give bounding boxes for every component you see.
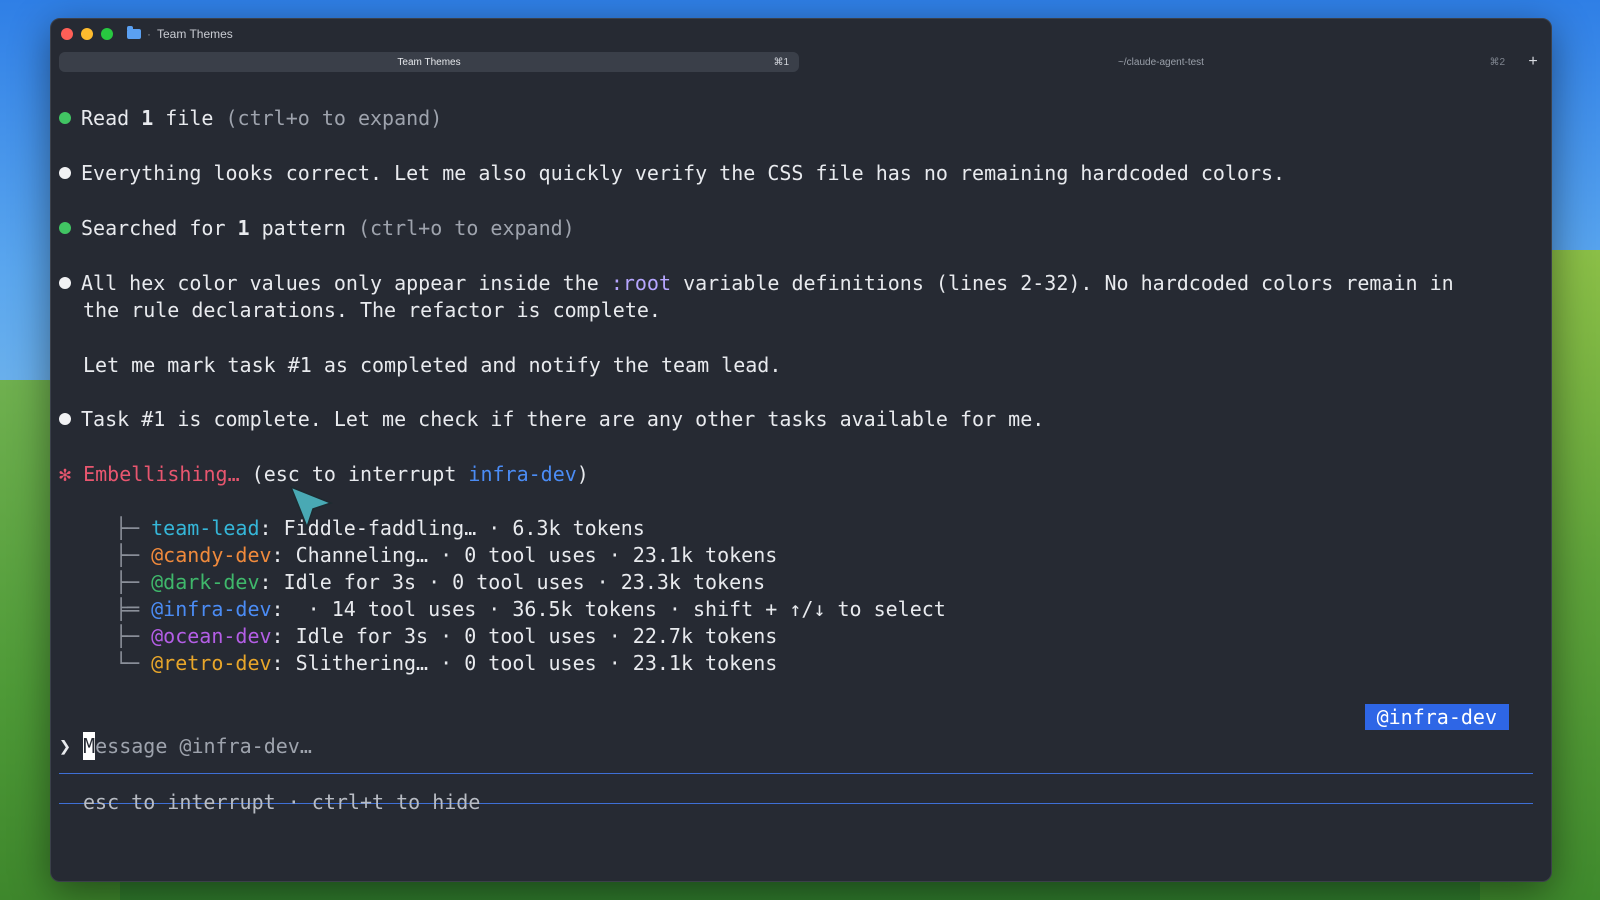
agent-row-retro-dev[interactable]: └─ @retro-dev: Slithering… · 0 tool uses… xyxy=(115,650,777,677)
tab-shortcut: ⌘1 xyxy=(773,56,789,68)
agent-badge: @infra-dev xyxy=(1364,704,1509,730)
log-line-message: All hex color values only appear inside … xyxy=(59,270,1454,297)
close-window-button[interactable] xyxy=(61,28,73,40)
log-line-read-file: Read 1 file (ctrl+o to expand) xyxy=(59,105,442,132)
message-dot-icon xyxy=(59,277,71,289)
new-tab-button[interactable]: + xyxy=(1523,52,1543,72)
agent-row-infra-dev[interactable]: ╞═ @infra-dev: · 14 tool uses · 36.5k to… xyxy=(115,596,946,623)
status-dot-icon xyxy=(59,112,71,124)
agent-row-ocean-dev[interactable]: ├─ @ocean-dev: Idle for 3s · 0 tool uses… xyxy=(115,623,777,650)
title-separator: · xyxy=(147,27,151,41)
agent-row-team-lead[interactable]: ├─ team-lead: Fiddle-faddling… · 6.3k to… xyxy=(115,515,645,542)
minimize-window-button[interactable] xyxy=(81,28,93,40)
window-title: Team Themes xyxy=(157,27,233,41)
status-dot-icon xyxy=(59,222,71,234)
log-line-message: Everything looks correct. Let me also qu… xyxy=(59,160,1285,187)
tab-label: Team Themes xyxy=(397,56,461,68)
tab-shortcut: ⌘2 xyxy=(1489,56,1505,68)
log-line-searched: Searched for 1 pattern (ctrl+o to expand… xyxy=(59,215,575,242)
agent-row-candy-dev[interactable]: ├─ @candy-dev: Channeling… · 0 tool uses… xyxy=(115,542,777,569)
message-dot-icon xyxy=(59,167,71,179)
input-bottom-border xyxy=(59,773,1533,774)
folder-icon xyxy=(127,26,141,39)
tab-claude-agent-test[interactable]: ~/claude-agent-test ⌘2 xyxy=(807,52,1515,72)
log-line-continuation: the rule declarations. The refactor is c… xyxy=(83,298,661,322)
tab-label: ~/claude-agent-test xyxy=(1118,56,1204,68)
agent-row-dark-dev[interactable]: ├─ @dark-dev: Idle for 3s · 0 tool uses … xyxy=(115,569,765,596)
status-line: ✻ Embellishing… (esc to interrupt infra-… xyxy=(59,462,589,486)
footer-hint: esc to interrupt · ctrl+t to hide xyxy=(83,790,481,814)
title-bar: · Team Themes xyxy=(51,19,1551,49)
input-placeholder: essage @infra-dev… xyxy=(95,734,312,758)
tab-team-themes[interactable]: Team Themes ⌘1 xyxy=(59,52,799,72)
log-line-message: Task #1 is complete. Let me check if the… xyxy=(59,406,1044,433)
mouse-pointer-icon xyxy=(289,485,334,530)
log-line-message: Let me mark task #1 as completed and not… xyxy=(83,353,782,377)
message-dot-icon xyxy=(59,413,71,425)
prompt-chevron-icon: ❯ xyxy=(59,734,84,758)
tab-bar: Team Themes ⌘1 ~/claude-agent-test ⌘2 + xyxy=(51,49,1551,75)
terminal-window: · Team Themes Team Themes ⌘1 ~/claude-ag… xyxy=(50,18,1552,882)
text-cursor: M xyxy=(83,732,96,760)
spinner-star-icon: ✻ xyxy=(59,462,72,486)
message-input[interactable]: ❯ Message @infra-dev… xyxy=(59,732,312,760)
zoom-window-button[interactable] xyxy=(101,28,113,40)
